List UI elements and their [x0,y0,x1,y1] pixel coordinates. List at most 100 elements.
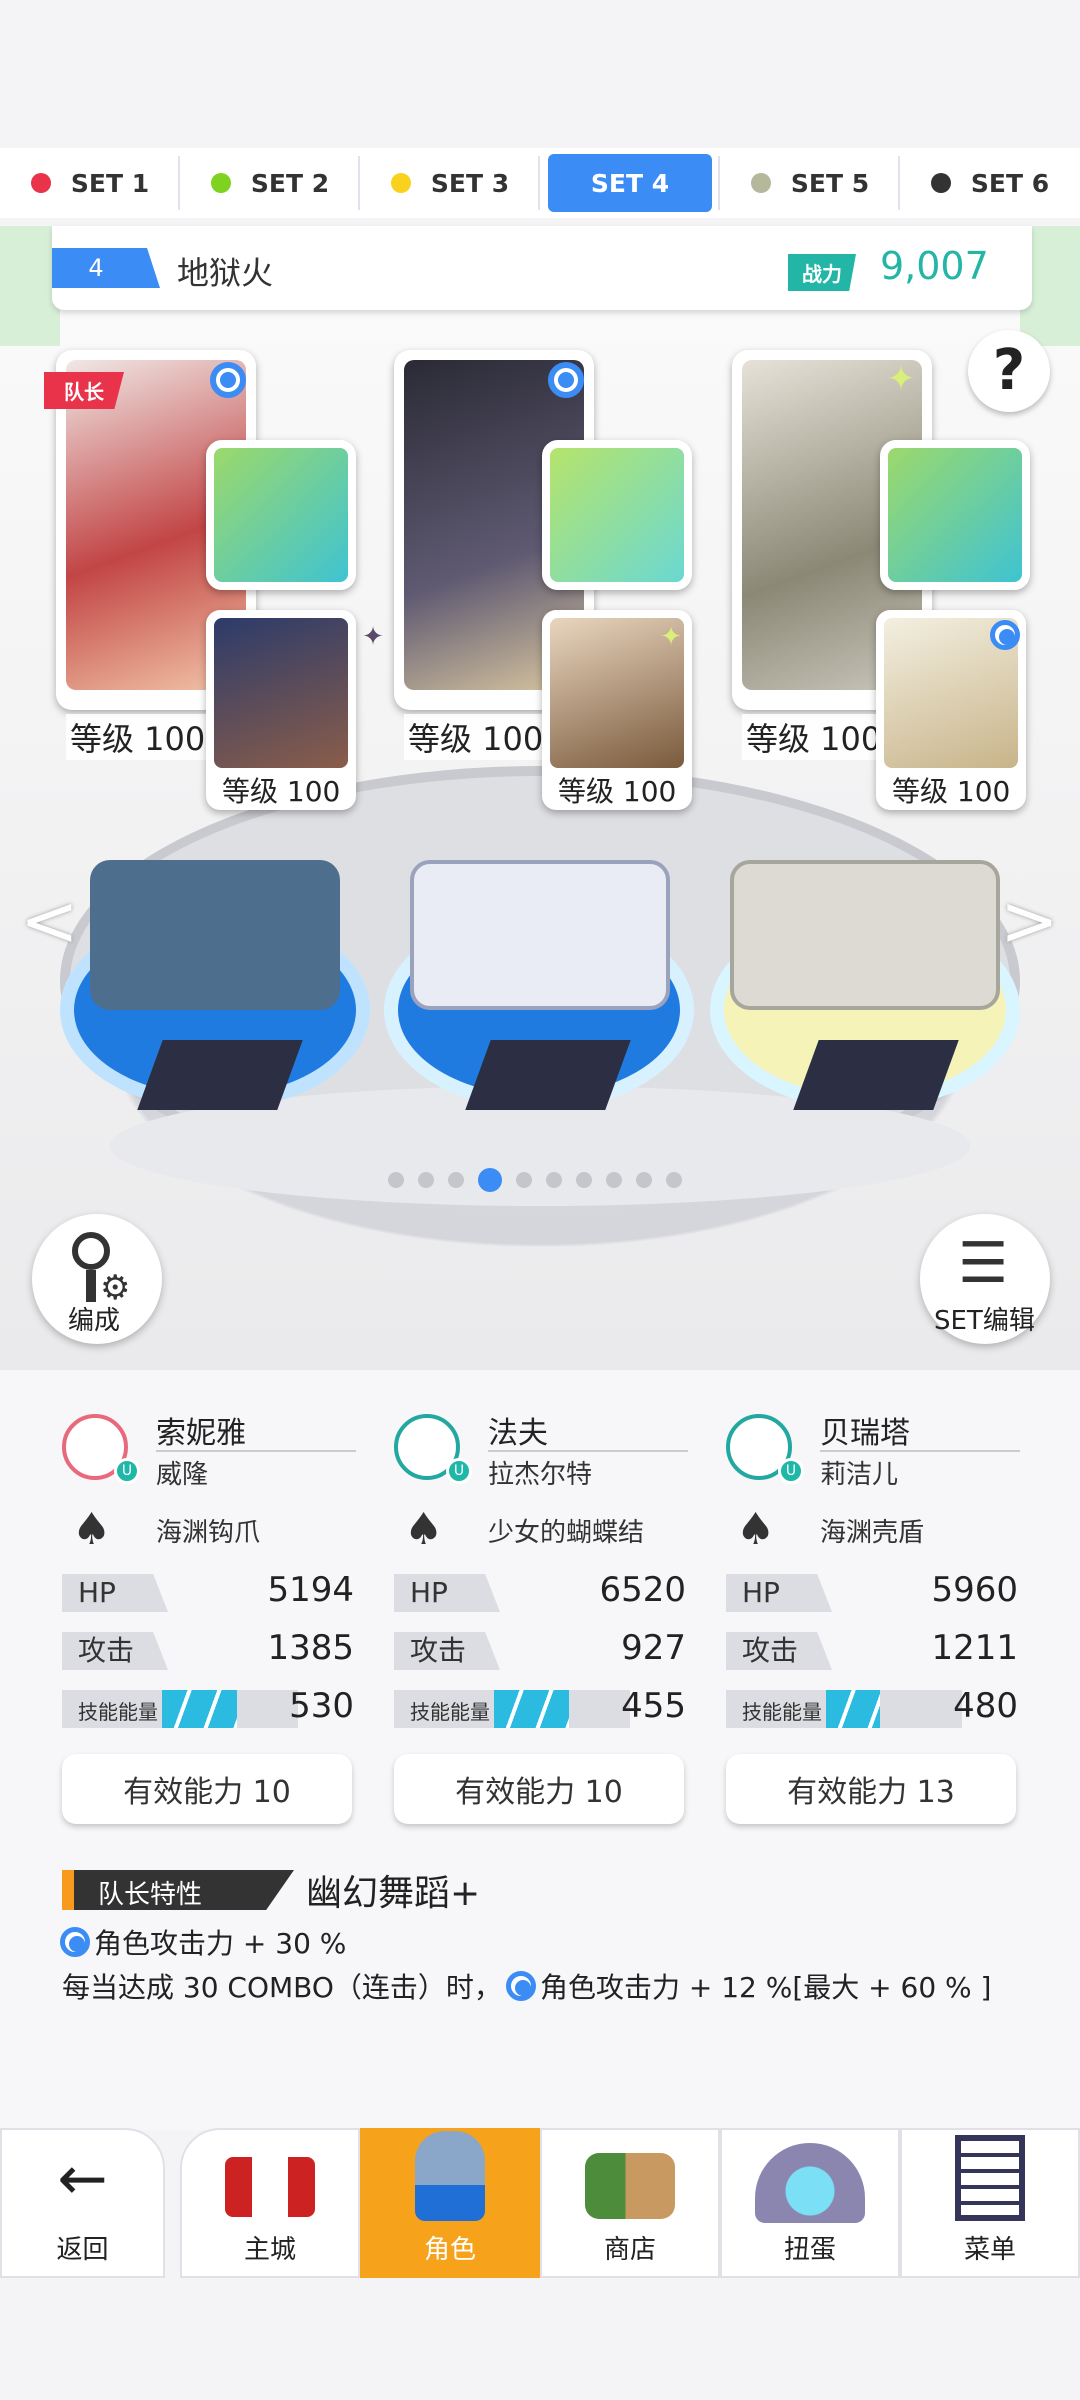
stats-panel: U 索妮雅 威隆 ♠ 海渊钩爪 HP 5194 攻击 1385 技能能量 530… [0,1370,1080,2130]
team-header: 4 地狱火 战力 9,007 [52,226,1032,310]
tag-accent [62,1870,74,1910]
help-button[interactable]: ? [968,330,1050,412]
sub-character-level: 等级 100 [892,775,1011,808]
member-name: 贝瑞塔 [820,1416,910,1451]
team-sprite-group-2[interactable] [410,860,670,1010]
nav-gacha[interactable]: 扭蛋 [720,2128,900,2278]
prev-arrow-icon[interactable]: < [20,880,79,962]
nav-label: 主城 [243,2235,296,2265]
leader-skill-tag: 队长特性 [62,1870,294,1910]
tab-label: SET 3 [430,168,510,198]
character-level: 等级 100 [66,714,210,760]
pedestal [793,1040,959,1110]
effective-ability-button[interactable]: 有效能力 13 [726,1754,1016,1824]
skill-energy-fill [162,1690,237,1728]
attack-value: 1385 [267,1628,354,1668]
back-arrow-icon: ← [57,2144,108,2214]
weapon-icon[interactable] [880,440,1030,590]
character-icon [415,2131,485,2221]
formation-icon-handle [86,1270,96,1302]
tab-set-1[interactable]: SET 1 [0,148,180,218]
u-badge-icon: U [446,1458,472,1484]
page-dot[interactable] [666,1172,682,1188]
element-ring-icon [505,1971,536,2001]
effective-ability-button[interactable]: 有效能力 10 [394,1754,684,1824]
set-1-dot-icon [30,173,51,193]
nav-character[interactable]: 角色 [360,2128,540,2278]
team-sprite-group-3[interactable] [730,860,1000,1010]
member-name: 索妮雅 [156,1416,246,1451]
member-sub-name: 威隆 [156,1460,209,1490]
attack-label: 攻击 [726,1632,832,1670]
formation-button[interactable]: ⚙ 编成 [32,1214,162,1344]
team-name[interactable]: 地狱火 [177,248,273,294]
hp-label: HP [394,1574,500,1612]
page-dot[interactable] [448,1172,464,1188]
element-ring-icon [990,620,1020,650]
leader-skill-line-1: 角色攻击力 + 30 % [60,1922,346,1962]
leader-skill-tag-label: 队长特性 [98,1880,203,1910]
weapon-name: 海渊钩爪 [156,1518,261,1548]
skill-energy-value: 455 [621,1686,686,1726]
sub-character-card-1[interactable]: 等级 100 [206,610,356,810]
formation-icon [72,1232,110,1270]
effective-ability-button[interactable]: 有效能力 10 [62,1754,352,1824]
nav-back[interactable]: ← 返回 [0,2128,165,2278]
tab-label: SET 4 [590,168,670,198]
sparkle-icon: ✦ [362,622,384,652]
gacha-icon [755,2143,865,2223]
member-stats-2: U 法夫 拉杰尔特 ♠ 少女的蝴蝶结 HP 6520 攻击 927 技能能量 4… [394,1414,694,1854]
menu-icon [955,2135,1025,2221]
tab-set-4[interactable]: SET 4 [540,148,720,218]
nav-menu[interactable]: 菜单 [900,2128,1080,2278]
pedestal [137,1040,303,1110]
character-level: 等级 100 [742,714,886,760]
leader-skill-condition: 每当达成 30 COMBO（连击）时， [62,1971,502,2004]
tab-set-3[interactable]: SET 3 [360,148,540,218]
hp-value: 5194 [267,1570,354,1610]
tab-set-2[interactable]: SET 2 [180,148,360,218]
nav-label: 返回 [56,2235,109,2265]
weapon-icon[interactable] [206,440,356,590]
nav-label: 菜单 [963,2235,1016,2265]
weapon-type-icon: ♠ [736,1504,776,1555]
sub-character-level: 等级 100 [222,775,341,808]
nav-castle[interactable]: 主城 [180,2128,360,2278]
element-ring-icon [210,362,246,398]
attack-label: 攻击 [394,1632,500,1670]
leader-skill-line-2: 每当达成 30 COMBO（连击）时， 角色攻击力 + 12 %[最大 + 60 … [62,1966,991,2006]
skill-energy-label: 技能能量 [78,1700,158,1724]
leader-badge: 队长 [44,372,124,409]
skill-energy-value: 480 [953,1686,1018,1726]
tab-set-6[interactable]: SET 6 [900,148,1080,218]
skill-energy-label: 技能能量 [410,1700,490,1724]
nav-shop[interactable]: 商店 [540,2128,720,2278]
page-dot[interactable] [606,1172,622,1188]
castle-icon [225,2157,315,2217]
skill-energy-fill [826,1690,880,1728]
next-arrow-icon[interactable]: > [1000,880,1059,962]
page-dot[interactable] [576,1172,592,1188]
sparkle-icon: ✦ [660,622,682,652]
attack-value: 927 [621,1628,686,1668]
skill-energy-value: 530 [289,1686,354,1726]
page-dot[interactable] [516,1172,532,1188]
shop-icon [585,2153,675,2219]
page-dot[interactable] [418,1172,434,1188]
grass-decoration [0,226,60,346]
u-badge-icon: U [778,1458,804,1484]
member-name: 法夫 [488,1416,548,1451]
page-dot[interactable] [636,1172,652,1188]
member-stats-1: U 索妮雅 威隆 ♠ 海渊钩爪 HP 5194 攻击 1385 技能能量 530… [62,1414,362,1854]
set-6-dot-icon [930,173,951,193]
weapon-icon[interactable] [542,440,692,590]
team-sprite-group-1[interactable] [90,860,340,1010]
tab-set-5[interactable]: SET 5 [720,148,900,218]
page-dot[interactable] [388,1172,404,1188]
page-dot[interactable] [546,1172,562,1188]
page-dot-active[interactable] [478,1168,502,1192]
set-edit-button[interactable]: ☰ SET编辑 [920,1214,1050,1344]
tab-label: SET 5 [790,168,870,198]
help-icon: ? [992,338,1026,403]
sub-character-portrait [214,618,348,768]
